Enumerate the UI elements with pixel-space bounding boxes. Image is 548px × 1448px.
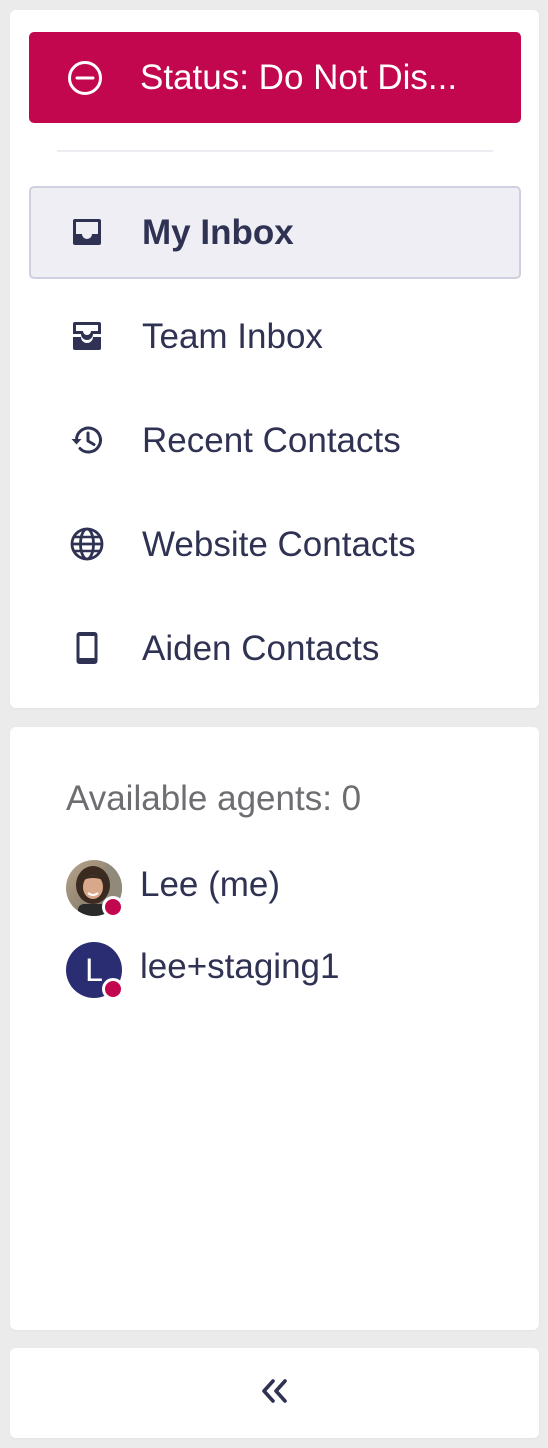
agent-item[interactable]: Lee (me)	[66, 860, 506, 918]
available-agents-title: Available agents: 0	[66, 779, 362, 818]
double-chevron-left-icon	[258, 1376, 292, 1411]
agent-name: lee+staging1	[140, 947, 340, 986]
nav-item-my-inbox[interactable]: My Inbox	[29, 186, 521, 279]
nav-item-aiden-contacts[interactable]: Aiden Contacts	[29, 602, 521, 695]
minus-circle-icon	[67, 60, 103, 96]
collapse-sidebar-button[interactable]	[10, 1348, 539, 1438]
inbox-icon	[69, 214, 105, 250]
nav-item-label: Recent Contacts	[142, 420, 401, 460]
avatar	[66, 860, 126, 920]
presence-indicator	[102, 978, 124, 1000]
history-icon	[69, 422, 105, 458]
nav-item-label: My Inbox	[142, 212, 294, 252]
nav-item-recent-contacts[interactable]: Recent Contacts	[29, 394, 521, 487]
avatar: L	[66, 942, 126, 1002]
nav-item-team-inbox[interactable]: Team Inbox	[29, 290, 521, 383]
status-label: Status: Do Not Dis...	[140, 57, 458, 97]
mobile-phone-icon	[69, 630, 105, 666]
team-inbox-icon	[69, 318, 105, 354]
status-button[interactable]: Status: Do Not Dis...	[29, 32, 521, 123]
agent-name: Lee (me)	[140, 865, 281, 904]
globe-icon	[69, 526, 105, 562]
agent-item[interactable]: L lee+staging1	[66, 942, 506, 1000]
nav-item-label: Aiden Contacts	[142, 628, 380, 668]
nav-item-website-contacts[interactable]: Website Contacts	[29, 498, 521, 591]
navigation-panel: Status: Do Not Dis... My Inbox Team Inbo…	[10, 10, 539, 708]
divider	[57, 150, 493, 152]
nav-item-label: Website Contacts	[142, 524, 416, 564]
agents-panel: Available agents: 0 Lee (me) L lee+stagi…	[10, 727, 539, 1330]
nav-item-label: Team Inbox	[142, 316, 323, 356]
presence-indicator	[102, 896, 124, 918]
